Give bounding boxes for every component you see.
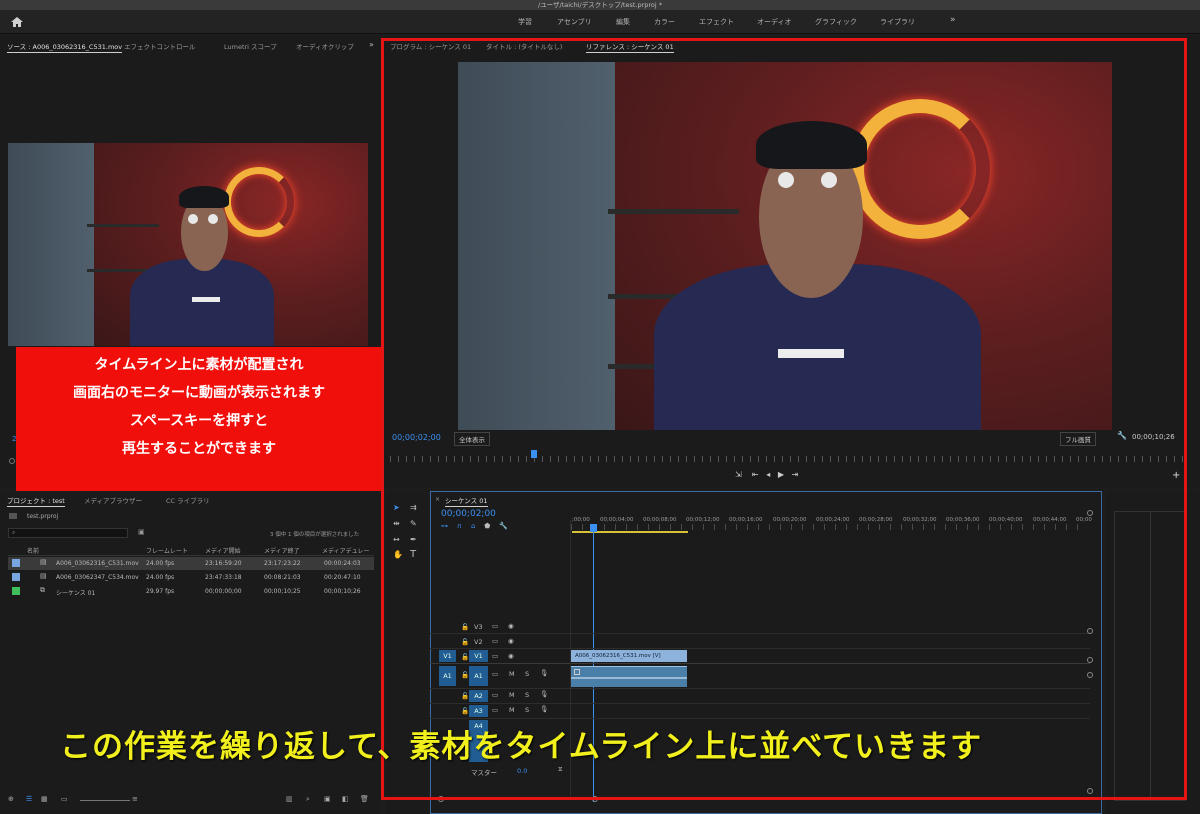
clip-icon: ▤ <box>40 558 47 566</box>
workspace-tab-graphics[interactable]: グラフィック <box>815 17 857 27</box>
source-video-frame <box>8 143 368 346</box>
find-icon[interactable]: ⌕ <box>306 795 310 804</box>
row-end: 23:17:23:22 <box>264 560 301 567</box>
project-column-header: 名前 フレームレート メディア開始 メディア終了 メディアデュレー <box>8 545 374 556</box>
home-icon[interactable] <box>10 16 24 28</box>
clip-icon: ▤ <box>40 572 47 580</box>
project-row[interactable]: ▤ A006_03062347_C534.mov 24.00 fps 23:47… <box>8 571 374 584</box>
instruction-callout: タイムライン上に素材が配置され 画面右のモニターに動画が表示されます スペースキ… <box>16 347 382 491</box>
icon-view-icon[interactable]: ▦ <box>41 795 48 803</box>
project-row[interactable]: ⧉ シーケンス 01 29.97 fps 00;00;00;00 00;00;1… <box>8 585 374 598</box>
col-media-end[interactable]: メディア終了 <box>264 546 300 555</box>
row-name: シーケンス 01 <box>56 590 96 597</box>
callout-line: 画面右のモニターに動画が表示されます <box>73 385 325 401</box>
workspace-tab-assembly[interactable]: アセンブリ <box>557 17 592 27</box>
row-end: 00:08:21:03 <box>264 574 301 581</box>
col-name[interactable]: 名前 <box>27 546 39 555</box>
folder-icon <box>9 513 17 519</box>
new-bin-icon[interactable]: ▣ <box>138 528 145 536</box>
project-file-name: test.prproj <box>27 513 59 520</box>
workspace-tab-learn[interactable]: 学習 <box>518 17 532 27</box>
callout-line: タイムライン上に素材が配置され <box>94 357 304 373</box>
row-start: 00;00;00;00 <box>205 588 242 595</box>
label-color-swatch <box>12 573 20 581</box>
project-row[interactable]: ▤ A006_03062316_C531.mov 24.00 fps 23:16… <box>8 557 374 570</box>
project-search-input[interactable]: ⌕ <box>8 528 128 538</box>
label-color-swatch <box>12 587 20 595</box>
row-duration: 00:00:24:03 <box>324 560 361 567</box>
tab-lumetri-scopes[interactable]: Lumetri スコープ <box>224 41 277 51</box>
more-tabs-icon[interactable]: » <box>369 40 374 49</box>
more-workspaces-icon[interactable]: » <box>950 15 956 25</box>
tab-cc-libraries[interactable]: CC ライブラリ <box>166 495 210 505</box>
row-start: 23:16:59:20 <box>205 560 242 567</box>
row-start: 23:47:33:18 <box>205 574 242 581</box>
callout-line: 再生することができます <box>122 441 276 457</box>
instruction-caption: この作業を繰り返して、素材をタイムライン上に並べていきます <box>60 729 983 765</box>
project-footer-toolbar: ⊕ ☰ ▦ ▭ ≡ ▥ ⌕ ▣ ◧ 🗑 <box>8 795 374 807</box>
row-duration: 00;00;10;26 <box>324 588 361 595</box>
tab-audio-clip[interactable]: オーディオクリップ <box>296 41 354 51</box>
row-name: A006_03062316_C531.mov <box>56 560 139 567</box>
workspace-tab-color[interactable]: カラー <box>654 17 675 27</box>
new-item-icon[interactable]: ◧ <box>342 795 349 803</box>
tab-source[interactable]: ソース : A006_03062316_C531.mov <box>7 41 123 53</box>
row-end: 00;00;10;25 <box>264 588 301 595</box>
sequence-icon: ⧉ <box>40 586 45 594</box>
highlight-frame <box>381 38 1187 800</box>
row-name: A006_03062347_C534.mov <box>56 574 139 581</box>
window-title: /ユーザ/taichi/デスクトップ/test.prproj * <box>0 0 1200 10</box>
col-media-start[interactable]: メディア開始 <box>205 546 241 555</box>
workspace-bar: 学習 アセンブリ 編集 カラー エフェクト オーディオ グラフィック ライブラリ… <box>0 10 1200 34</box>
zoom-slider[interactable] <box>80 800 130 801</box>
label-color-swatch <box>12 559 20 567</box>
workspace-tab-libraries[interactable]: ライブラリ <box>880 17 915 27</box>
workspace-tab-effects[interactable]: エフェクト <box>699 17 734 27</box>
automate-to-sequence-icon[interactable]: ▥ <box>286 795 293 803</box>
callout-line: スペースキーを押すと <box>129 413 269 429</box>
workspace-tab-edit[interactable]: 編集 <box>616 17 630 27</box>
new-bin-footer-icon[interactable]: ▣ <box>324 795 331 803</box>
row-fps: 24.00 fps <box>146 560 175 567</box>
sort-icon[interactable]: ≡ <box>132 795 138 803</box>
tab-project[interactable]: プロジェクト : test <box>7 495 65 507</box>
row-fps: 24.00 fps <box>146 574 175 581</box>
freeform-view-icon[interactable]: ▭ <box>61 795 68 803</box>
search-icon: ⌕ <box>12 529 16 536</box>
trash-icon[interactable]: 🗑 <box>360 795 369 803</box>
tab-effect-controls[interactable]: エフェクトコントロール <box>124 41 196 51</box>
list-view-icon[interactable]: ☰ <box>26 795 32 803</box>
row-duration: 00:20:47:10 <box>324 574 361 581</box>
row-fps: 29.97 fps <box>146 588 175 595</box>
workspace-tab-audio[interactable]: オーディオ <box>757 17 792 27</box>
tab-media-browser[interactable]: メディアブラウザー <box>84 495 142 505</box>
col-framerate[interactable]: フレームレート <box>146 546 188 555</box>
selection-info: 3 個中 1 個の項目が選択されました <box>270 532 360 538</box>
lock-icon[interactable]: ⊕ <box>8 795 14 803</box>
source-scrub-handle[interactable] <box>9 458 15 464</box>
col-media-duration[interactable]: メディアデュレー <box>322 546 369 555</box>
